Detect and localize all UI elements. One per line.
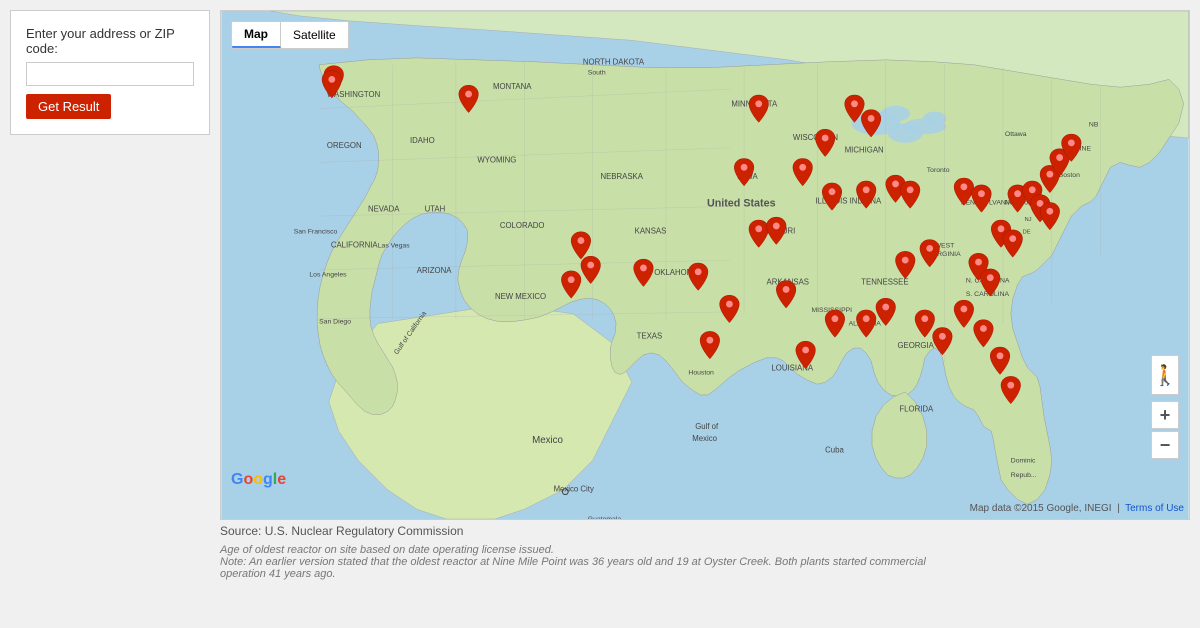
map-controls: 🚶 + − bbox=[1151, 355, 1179, 459]
svg-text:Mexico City: Mexico City bbox=[554, 485, 594, 494]
svg-text:TENNESSEE: TENNESSEE bbox=[861, 278, 908, 287]
svg-text:NEW MEXICO: NEW MEXICO bbox=[495, 292, 546, 301]
svg-text:WYOMING: WYOMING bbox=[477, 155, 516, 164]
svg-text:ARIZONA: ARIZONA bbox=[417, 266, 452, 275]
svg-text:OREGON: OREGON bbox=[327, 141, 362, 150]
map-footer: Map data ©2015 Google, INEGI | Terms of … bbox=[970, 503, 1184, 514]
svg-text:Ottawa: Ottawa bbox=[1005, 131, 1027, 138]
zoom-in-button[interactable]: + bbox=[1151, 401, 1179, 429]
map-data-text: Map data ©2015 Google, INEGI bbox=[970, 503, 1112, 514]
note-2: Note: An earlier version stated that the… bbox=[220, 556, 940, 580]
svg-text:CALIFORNIA: CALIFORNIA bbox=[331, 240, 379, 249]
svg-text:UTAH: UTAH bbox=[425, 204, 446, 213]
map-wrapper[interactable]: Map Satellite bbox=[220, 10, 1190, 520]
google-logo: Google bbox=[231, 471, 286, 489]
notes: Age of oldest reactor on site based on d… bbox=[220, 544, 940, 580]
get-result-button[interactable]: Get Result bbox=[26, 94, 111, 119]
svg-text:Dominic: Dominic bbox=[1011, 457, 1036, 464]
source-text: Source: U.S. Nuclear Regulatory Commissi… bbox=[220, 524, 1190, 538]
sidebar: Enter your address or ZIP code: Get Resu… bbox=[10, 10, 210, 135]
svg-text:Toronto: Toronto bbox=[927, 167, 950, 174]
svg-text:MICHIGAN: MICHIGAN bbox=[845, 146, 884, 155]
pegman-button[interactable]: 🚶 bbox=[1151, 355, 1179, 395]
svg-text:South: South bbox=[588, 70, 606, 77]
map-section: Map Satellite bbox=[220, 10, 1190, 580]
svg-text:MONTANA: MONTANA bbox=[493, 82, 532, 91]
svg-text:NJ: NJ bbox=[1024, 217, 1031, 223]
svg-text:GEORGIA: GEORGIA bbox=[897, 341, 934, 350]
svg-text:San Diego: San Diego bbox=[319, 319, 351, 326]
svg-text:United States: United States bbox=[707, 197, 776, 209]
zoom-out-button[interactable]: − bbox=[1151, 431, 1179, 459]
svg-text:TEXAS: TEXAS bbox=[637, 331, 663, 340]
svg-text:Repub...: Repub... bbox=[1011, 472, 1037, 479]
svg-text:Houston: Houston bbox=[688, 369, 714, 376]
terms-of-use-link[interactable]: Terms of Use bbox=[1125, 503, 1184, 514]
map-tab-bar: Map Satellite bbox=[231, 21, 349, 49]
address-input[interactable] bbox=[26, 62, 194, 86]
svg-text:NEBRASKA: NEBRASKA bbox=[600, 172, 643, 181]
svg-text:NB: NB bbox=[1089, 121, 1099, 128]
svg-text:Cuba: Cuba bbox=[825, 446, 844, 455]
svg-text:COLORADO: COLORADO bbox=[500, 221, 545, 230]
pegman-icon: 🚶 bbox=[1153, 363, 1178, 388]
svg-text:IDAHO: IDAHO bbox=[410, 136, 435, 145]
svg-text:FLORIDA: FLORIDA bbox=[899, 405, 934, 414]
svg-text:DE: DE bbox=[1023, 230, 1031, 236]
svg-text:KANSAS: KANSAS bbox=[635, 227, 667, 236]
svg-text:Mexico: Mexico bbox=[532, 435, 563, 446]
svg-text:Mexico: Mexico bbox=[692, 434, 717, 443]
map-background: NORTH DAKOTA South MONTANA WASHINGTON OR… bbox=[221, 11, 1189, 519]
tab-map[interactable]: Map bbox=[232, 22, 281, 48]
svg-text:Las Vegas: Las Vegas bbox=[378, 242, 410, 249]
svg-text:Gulf of: Gulf of bbox=[695, 422, 719, 431]
note-1: Age of oldest reactor on site based on d… bbox=[220, 544, 940, 556]
svg-text:NEVADA: NEVADA bbox=[368, 204, 400, 213]
svg-text:Guatemala: Guatemala bbox=[588, 516, 622, 519]
tab-satellite[interactable]: Satellite bbox=[281, 22, 348, 48]
main-container: Enter your address or ZIP code: Get Resu… bbox=[10, 10, 1190, 580]
address-label: Enter your address or ZIP code: bbox=[26, 26, 194, 56]
svg-text:NORTH DAKOTA: NORTH DAKOTA bbox=[583, 58, 645, 67]
svg-text:San Francisco: San Francisco bbox=[294, 229, 338, 236]
svg-text:Los Angeles: Los Angeles bbox=[309, 272, 347, 279]
